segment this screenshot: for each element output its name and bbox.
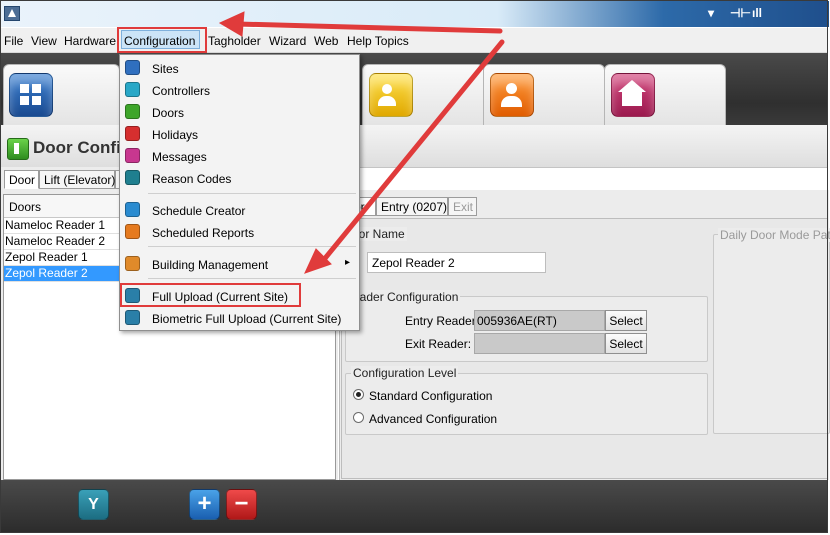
window-frame — [0, 0, 828, 533]
